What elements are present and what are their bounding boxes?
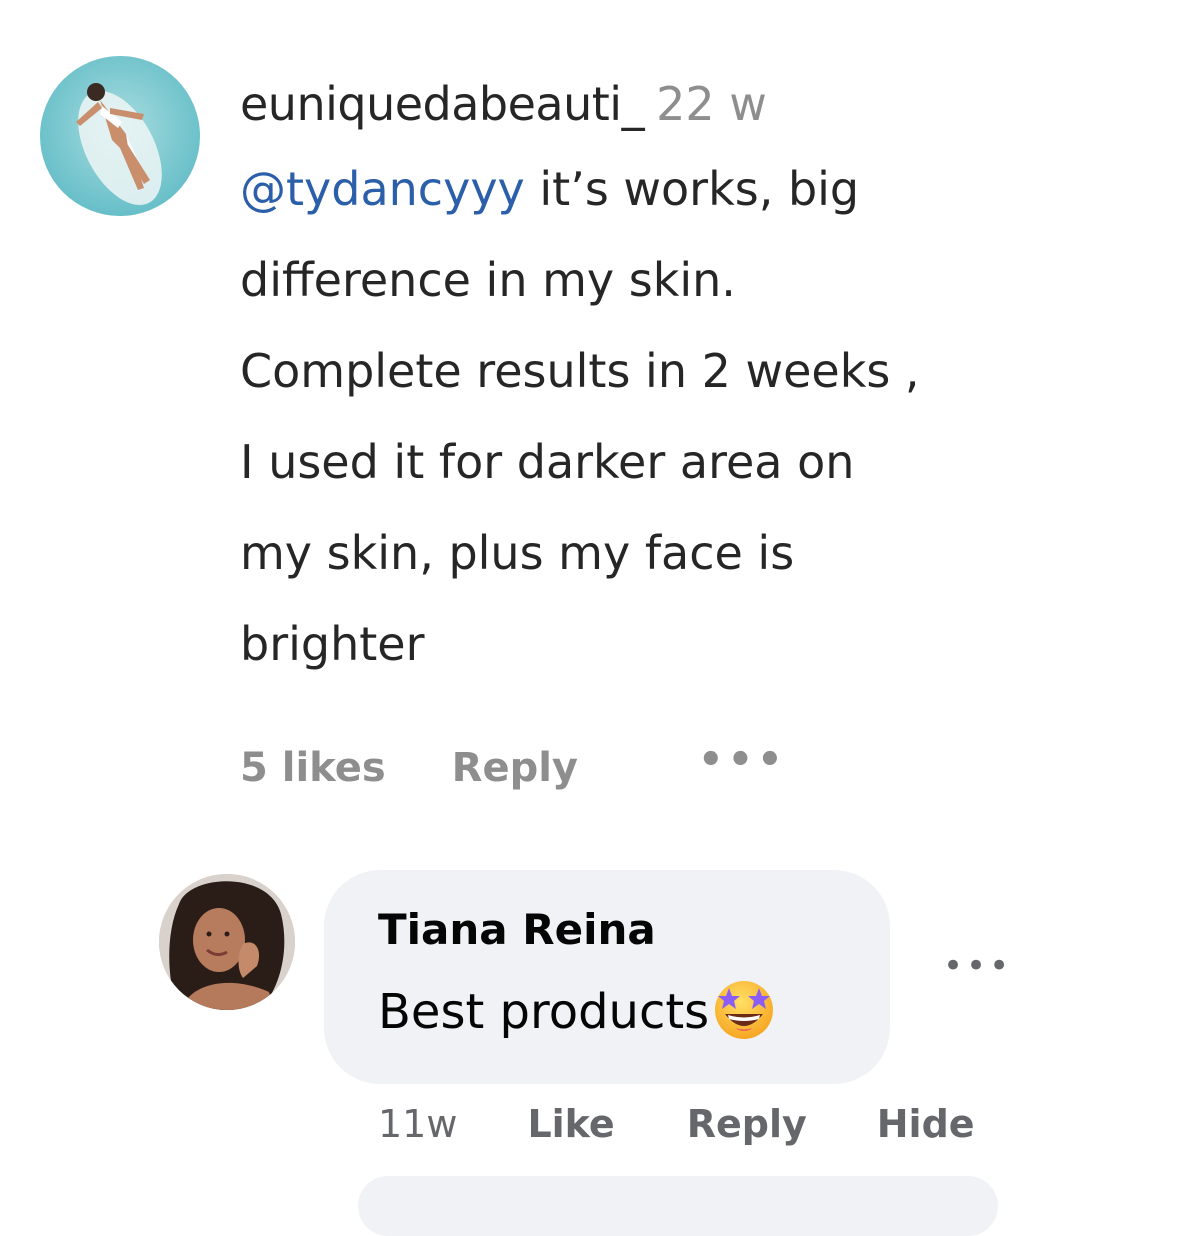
avatar[interactable] [159,874,295,1010]
more-options-icon[interactable]: ••• [943,946,1012,986]
comment-actions: 5 likes Reply ••• [240,737,787,798]
comment-line: Complete results in 2 weeks , [240,344,920,398]
comment-body: euniquedabeauti_ 22 w @tydancyyy it’s wor… [240,68,1160,690]
comment-line: difference in my skin. [240,253,736,307]
comment-header: euniquedabeauti_ 22 w [240,68,1160,140]
comment-line: I used it for darker area on [240,435,855,489]
hide-button[interactable]: Hide [877,1096,975,1152]
reply-button[interactable]: Reply [687,1096,807,1152]
comment-text: @tydancyyy it’s works, big difference in… [240,144,1160,690]
comment-line-text: it’s works, big [524,162,860,216]
commenter-name[interactable]: Tiana Reina [378,900,656,960]
comment-line: @tydancyyy it’s works, big [240,144,1160,235]
comment-line: brighter [240,617,425,671]
like-button[interactable]: Like [527,1096,614,1152]
timestamp: 22 w [656,77,767,131]
reply-button[interactable]: Reply [452,738,578,798]
mention-link[interactable]: @tydancyyy [240,162,525,216]
timestamp[interactable]: 11w [378,1096,457,1152]
comment-text: Best products [378,976,777,1044]
comment-bubble: Tiana Reina Best products [324,870,890,1084]
comment-line: my skin, plus my face is [240,526,795,580]
star-struck-emoji-icon [711,976,777,1042]
profile-photo-icon [159,874,295,1010]
username[interactable]: euniquedabeauti_ [240,77,645,131]
avatar[interactable] [40,56,200,216]
likes-count[interactable]: 5 likes [240,738,386,798]
comment-text-content: Best products [378,984,710,1040]
more-options-icon[interactable]: ••• [698,730,787,790]
comment-bubble [358,1176,998,1236]
profile-photo-icon [40,56,200,216]
comment-actions: 11w Like Reply Hide [378,1096,975,1152]
